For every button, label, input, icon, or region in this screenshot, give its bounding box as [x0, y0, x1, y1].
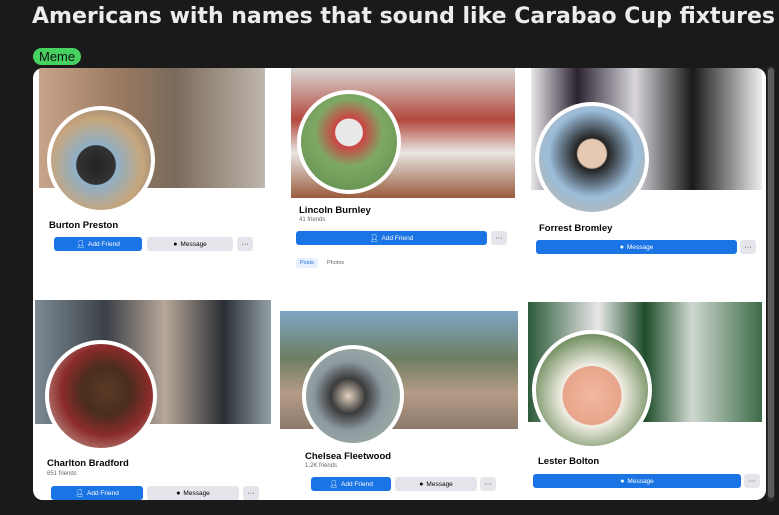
profile-card-lester-bolton: Lester Bolton ● Message ···: [528, 302, 762, 492]
scrollbar[interactable]: [767, 66, 775, 502]
profile-name: Charlton Bradford: [47, 458, 129, 469]
profile-card-lincoln-burnley: Lincoln Burnley 41 friends 👤︎ Add Friend…: [291, 68, 515, 274]
more-button[interactable]: ···: [491, 231, 507, 245]
profile-avatar: [297, 90, 401, 194]
profile-card-charlton-bradford: Charlton Bradford 651 friends 👤︎ Add Fri…: [35, 300, 271, 500]
profile-avatar: [47, 106, 155, 214]
add-friend-button[interactable]: 👤︎ Add Friend: [54, 237, 142, 251]
messenger-icon: ●: [619, 243, 624, 251]
profile-card-forrest-bromley: Forrest Bromley ● Message ···: [531, 68, 762, 260]
scrollbar-thumb[interactable]: [768, 68, 774, 498]
friends-count: 1.2K friends: [305, 463, 338, 469]
profile-name: Lester Bolton: [538, 456, 600, 467]
profile-name: Lincoln Burnley: [299, 205, 371, 216]
message-button[interactable]: ● Message: [533, 474, 741, 488]
messenger-icon: ●: [173, 240, 178, 248]
message-button[interactable]: ● Message: [536, 240, 737, 254]
message-label: Message: [183, 489, 210, 497]
add-friend-icon: 👤︎: [369, 234, 379, 242]
message-label: Message: [180, 240, 207, 248]
profile-card-burton-preston: Burton Preston 👤︎ Add Friend ● Message ·…: [39, 68, 265, 258]
add-friend-icon: 👤︎: [76, 240, 86, 248]
add-friend-label: Add Friend: [341, 480, 373, 488]
more-button[interactable]: ···: [237, 237, 253, 251]
more-button[interactable]: ···: [480, 477, 496, 491]
post-title[interactable]: Americans with names that sound like Car…: [32, 4, 775, 29]
more-button[interactable]: ···: [740, 240, 756, 254]
message-button[interactable]: ● Message: [147, 486, 239, 500]
messenger-icon: ●: [419, 480, 424, 488]
profile-avatar: [532, 330, 652, 450]
profile-name: Chelsea Fleetwood: [305, 451, 392, 462]
message-button[interactable]: ● Message: [395, 477, 477, 491]
friends-count: 41 friends: [299, 217, 326, 223]
add-friend-label: Add Friend: [381, 234, 414, 242]
profile-avatar: [302, 345, 404, 447]
messenger-icon: ●: [176, 489, 181, 497]
profile-avatar: [45, 340, 157, 452]
post-flair[interactable]: Meme: [33, 48, 82, 65]
add-friend-icon: 👤︎: [329, 480, 339, 488]
messenger-icon: ●: [620, 477, 625, 485]
message-label: Message: [426, 480, 453, 488]
profile-name: Burton Preston: [49, 220, 119, 231]
message-button[interactable]: ● Message: [147, 237, 233, 251]
message-label: Message: [627, 477, 654, 485]
more-button[interactable]: ···: [744, 474, 760, 488]
more-button[interactable]: ···: [243, 486, 259, 500]
add-friend-label: Add Friend: [87, 489, 119, 497]
add-friend-button[interactable]: 👤︎ Add Friend: [296, 231, 487, 245]
add-friend-label: Add Friend: [88, 240, 120, 248]
profile-card-chelsea-fleetwood: Chelsea Fleetwood 1.2K friends 👤︎ Add Fr…: [280, 311, 518, 500]
add-friend-button[interactable]: 👤︎ Add Friend: [311, 477, 391, 491]
meme-image: Burton Preston 👤︎ Add Friend ● Message ·…: [33, 68, 766, 500]
tab-photos[interactable]: Photos: [323, 258, 348, 268]
add-friend-icon: 👤︎: [75, 489, 85, 497]
add-friend-button[interactable]: 👤︎ Add Friend: [51, 486, 143, 500]
profile-avatar: [535, 102, 649, 216]
profile-name: Forrest Bromley: [539, 223, 613, 234]
message-label: Message: [626, 243, 654, 251]
tab-posts[interactable]: Posts: [296, 258, 318, 268]
friends-count: 651 friends: [47, 471, 77, 477]
